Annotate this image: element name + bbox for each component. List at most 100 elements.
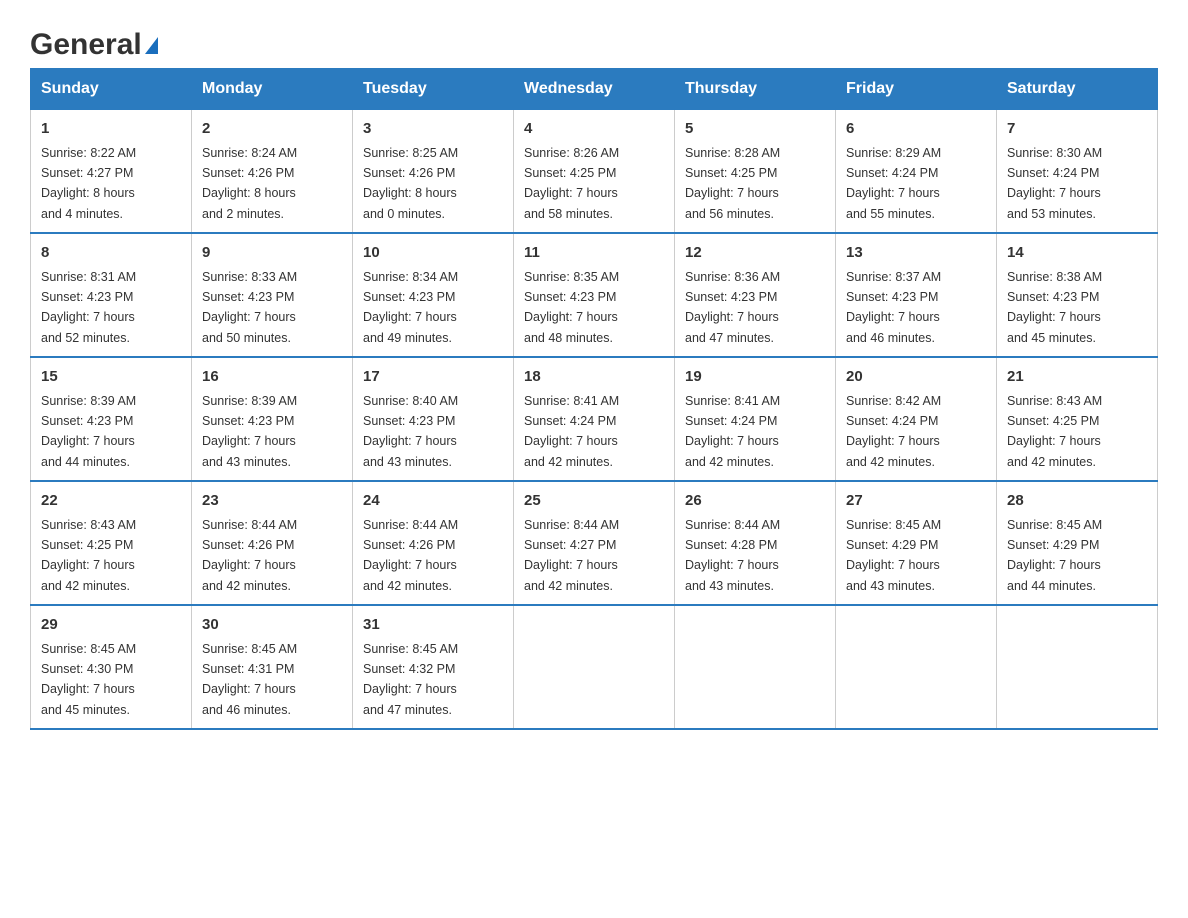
col-header-wednesday: Wednesday [514, 69, 675, 109]
day-info: Sunrise: 8:43 AMSunset: 4:25 PMDaylight:… [41, 518, 136, 593]
logo-text-general: General [30, 30, 142, 60]
col-header-friday: Friday [836, 69, 997, 109]
day-info: Sunrise: 8:26 AMSunset: 4:25 PMDaylight:… [524, 146, 619, 221]
day-info: Sunrise: 8:25 AMSunset: 4:26 PMDaylight:… [363, 146, 458, 221]
calendar-cell: 5 Sunrise: 8:28 AMSunset: 4:25 PMDaylight… [675, 109, 836, 233]
calendar-cell: 28Sunrise: 8:45 AMSunset: 4:29 PMDayligh… [997, 481, 1158, 605]
day-number: 15 [41, 366, 181, 389]
day-info: Sunrise: 8:34 AMSunset: 4:23 PMDaylight:… [363, 270, 458, 345]
day-info: Sunrise: 8:40 AMSunset: 4:23 PMDaylight:… [363, 394, 458, 469]
day-info: Sunrise: 8:37 AMSunset: 4:23 PMDaylight:… [846, 270, 941, 345]
calendar-cell: 29 Sunrise: 8:45 AMSunset: 4:30 PMDayligh… [31, 605, 192, 729]
calendar-cell: 27 Sunrise: 8:45 AMSunset: 4:29 PMDayligh… [836, 481, 997, 605]
calendar-cell: 7Sunrise: 8:30 AMSunset: 4:24 PMDaylight… [997, 109, 1158, 233]
calendar-week-row: 15 Sunrise: 8:39 AMSunset: 4:23 PMDayligh… [31, 357, 1158, 481]
calendar-cell [514, 605, 675, 729]
calendar-cell: 26Sunrise: 8:44 AMSunset: 4:28 PMDayligh… [675, 481, 836, 605]
col-header-thursday: Thursday [675, 69, 836, 109]
calendar-cell: 16 Sunrise: 8:39 AMSunset: 4:23 PMDayligh… [192, 357, 353, 481]
day-number: 23 [202, 490, 342, 513]
day-info: Sunrise: 8:31 AMSunset: 4:23 PMDaylight:… [41, 270, 136, 345]
calendar-header-row: SundayMondayTuesdayWednesdayThursdayFrid… [31, 69, 1158, 109]
day-info: Sunrise: 8:45 AMSunset: 4:31 PMDaylight:… [202, 642, 297, 717]
calendar-week-row: 22 Sunrise: 8:43 AMSunset: 4:25 PMDayligh… [31, 481, 1158, 605]
calendar-week-row: 29 Sunrise: 8:45 AMSunset: 4:30 PMDayligh… [31, 605, 1158, 729]
calendar-cell: 11 Sunrise: 8:35 AMSunset: 4:23 PMDayligh… [514, 233, 675, 357]
day-info: Sunrise: 8:43 AMSunset: 4:25 PMDaylight:… [1007, 394, 1102, 469]
col-header-sunday: Sunday [31, 69, 192, 109]
day-info: Sunrise: 8:45 AMSunset: 4:32 PMDaylight:… [363, 642, 458, 717]
calendar-cell: 24 Sunrise: 8:44 AMSunset: 4:26 PMDayligh… [353, 481, 514, 605]
calendar-cell: 30 Sunrise: 8:45 AMSunset: 4:31 PMDayligh… [192, 605, 353, 729]
day-info: Sunrise: 8:28 AMSunset: 4:25 PMDaylight:… [685, 146, 780, 221]
day-number: 19 [685, 366, 825, 389]
day-number: 22 [41, 490, 181, 513]
day-info: Sunrise: 8:35 AMSunset: 4:23 PMDaylight:… [524, 270, 619, 345]
calendar-cell: 2 Sunrise: 8:24 AMSunset: 4:26 PMDaylight… [192, 109, 353, 233]
calendar-cell: 22 Sunrise: 8:43 AMSunset: 4:25 PMDayligh… [31, 481, 192, 605]
calendar-cell [836, 605, 997, 729]
day-number: 21 [1007, 366, 1147, 389]
day-number: 8 [41, 242, 181, 265]
calendar-cell: 17 Sunrise: 8:40 AMSunset: 4:23 PMDayligh… [353, 357, 514, 481]
day-number: 18 [524, 366, 664, 389]
calendar-cell: 9 Sunrise: 8:33 AMSunset: 4:23 PMDaylight… [192, 233, 353, 357]
day-number: 3 [363, 118, 503, 141]
calendar-cell: 23 Sunrise: 8:44 AMSunset: 4:26 PMDayligh… [192, 481, 353, 605]
day-number: 24 [363, 490, 503, 513]
day-info: Sunrise: 8:44 AMSunset: 4:26 PMDaylight:… [202, 518, 297, 593]
day-info: Sunrise: 8:39 AMSunset: 4:23 PMDaylight:… [41, 394, 136, 469]
calendar-week-row: 1Sunrise: 8:22 AMSunset: 4:27 PMDaylight… [31, 109, 1158, 233]
day-info: Sunrise: 8:38 AMSunset: 4:23 PMDaylight:… [1007, 270, 1102, 345]
calendar-cell: 6 Sunrise: 8:29 AMSunset: 4:24 PMDaylight… [836, 109, 997, 233]
day-info: Sunrise: 8:33 AMSunset: 4:23 PMDaylight:… [202, 270, 297, 345]
calendar-cell: 3 Sunrise: 8:25 AMSunset: 4:26 PMDaylight… [353, 109, 514, 233]
calendar-cell: 21 Sunrise: 8:43 AMSunset: 4:25 PMDayligh… [997, 357, 1158, 481]
day-info: Sunrise: 8:45 AMSunset: 4:29 PMDaylight:… [846, 518, 941, 593]
day-info: Sunrise: 8:29 AMSunset: 4:24 PMDaylight:… [846, 146, 941, 221]
calendar-table: SundayMondayTuesdayWednesdayThursdayFrid… [30, 68, 1158, 730]
day-info: Sunrise: 8:41 AMSunset: 4:24 PMDaylight:… [524, 394, 619, 469]
day-info: Sunrise: 8:42 AMSunset: 4:24 PMDaylight:… [846, 394, 941, 469]
calendar-cell: 15 Sunrise: 8:39 AMSunset: 4:23 PMDayligh… [31, 357, 192, 481]
calendar-cell: 20 Sunrise: 8:42 AMSunset: 4:24 PMDayligh… [836, 357, 997, 481]
calendar-cell: 31Sunrise: 8:45 AMSunset: 4:32 PMDayligh… [353, 605, 514, 729]
day-info: Sunrise: 8:45 AMSunset: 4:29 PMDaylight:… [1007, 518, 1102, 593]
day-number: 16 [202, 366, 342, 389]
day-number: 30 [202, 614, 342, 637]
calendar-week-row: 8 Sunrise: 8:31 AMSunset: 4:23 PMDaylight… [31, 233, 1158, 357]
calendar-cell: 18 Sunrise: 8:41 AMSunset: 4:24 PMDayligh… [514, 357, 675, 481]
day-info: Sunrise: 8:45 AMSunset: 4:30 PMDaylight:… [41, 642, 136, 717]
col-header-monday: Monday [192, 69, 353, 109]
calendar-cell [997, 605, 1158, 729]
day-info: Sunrise: 8:36 AMSunset: 4:23 PMDaylight:… [685, 270, 780, 345]
logo: General [30, 30, 158, 58]
day-number: 2 [202, 118, 342, 141]
day-info: Sunrise: 8:41 AMSunset: 4:24 PMDaylight:… [685, 394, 780, 469]
calendar-cell: 14 Sunrise: 8:38 AMSunset: 4:23 PMDayligh… [997, 233, 1158, 357]
day-number: 29 [41, 614, 181, 637]
day-number: 17 [363, 366, 503, 389]
day-number: 9 [202, 242, 342, 265]
col-header-saturday: Saturday [997, 69, 1158, 109]
page-header: General [30, 20, 1158, 58]
day-info: Sunrise: 8:24 AMSunset: 4:26 PMDaylight:… [202, 146, 297, 221]
calendar-cell: 12 Sunrise: 8:36 AMSunset: 4:23 PMDayligh… [675, 233, 836, 357]
day-number: 1 [41, 118, 181, 141]
day-number: 11 [524, 242, 664, 265]
col-header-tuesday: Tuesday [353, 69, 514, 109]
day-info: Sunrise: 8:44 AMSunset: 4:28 PMDaylight:… [685, 518, 780, 593]
day-number: 6 [846, 118, 986, 141]
calendar-cell: 1Sunrise: 8:22 AMSunset: 4:27 PMDaylight… [31, 109, 192, 233]
calendar-cell: 8 Sunrise: 8:31 AMSunset: 4:23 PMDaylight… [31, 233, 192, 357]
day-info: Sunrise: 8:39 AMSunset: 4:23 PMDaylight:… [202, 394, 297, 469]
day-number: 14 [1007, 242, 1147, 265]
day-number: 12 [685, 242, 825, 265]
day-number: 20 [846, 366, 986, 389]
calendar-cell: 19 Sunrise: 8:41 AMSunset: 4:24 PMDayligh… [675, 357, 836, 481]
day-number: 5 [685, 118, 825, 141]
day-info: Sunrise: 8:44 AMSunset: 4:27 PMDaylight:… [524, 518, 619, 593]
day-number: 27 [846, 490, 986, 513]
day-info: Sunrise: 8:44 AMSunset: 4:26 PMDaylight:… [363, 518, 458, 593]
day-info: Sunrise: 8:30 AMSunset: 4:24 PMDaylight:… [1007, 146, 1102, 221]
